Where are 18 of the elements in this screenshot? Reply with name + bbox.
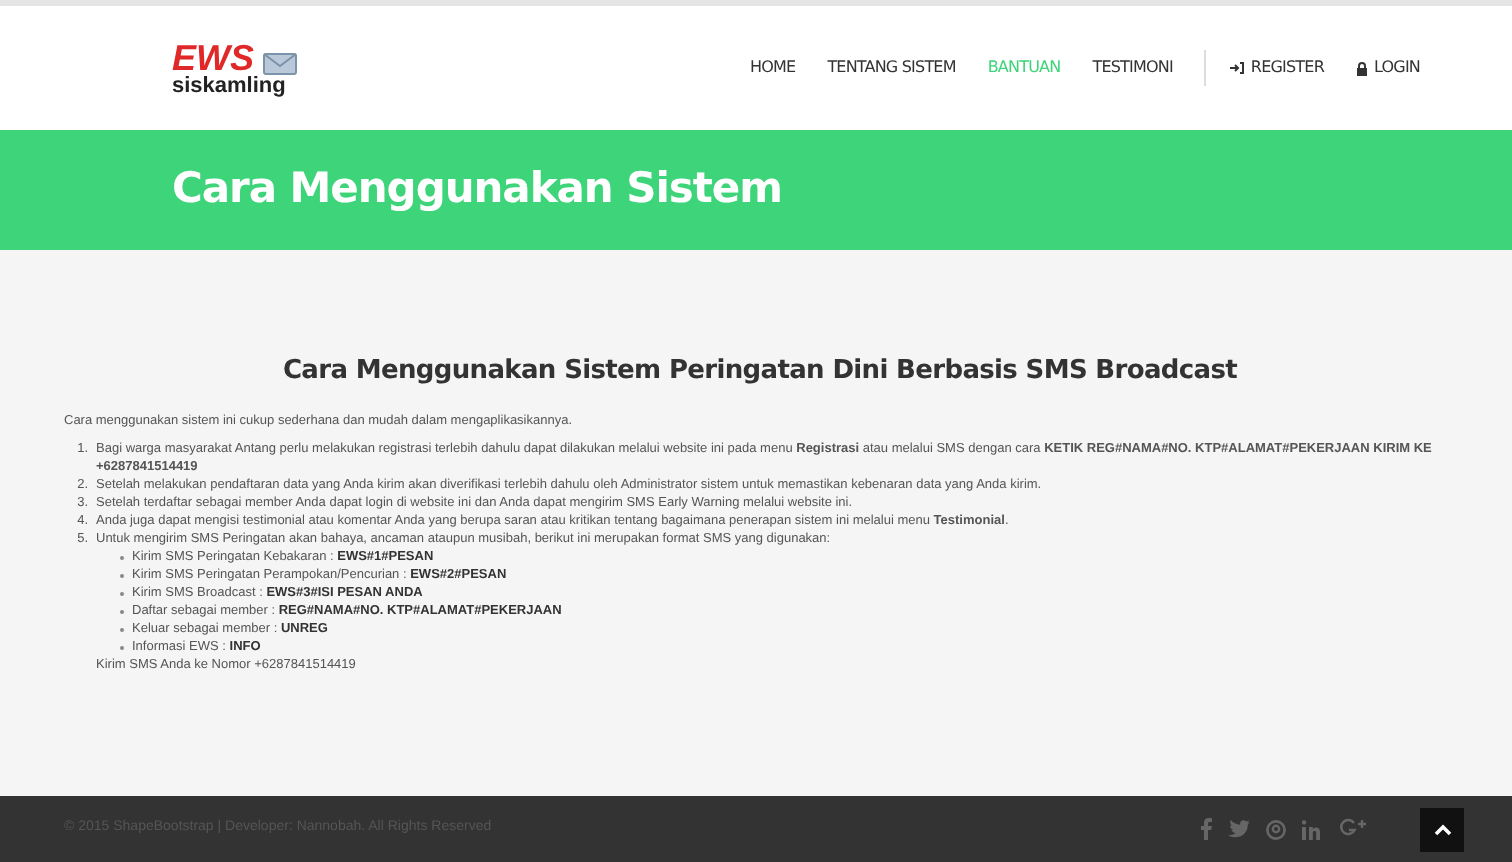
page-title: Cara Menggunakan Sistem: [172, 162, 782, 217]
bird-icon[interactable]: [1228, 820, 1250, 838]
nav-link[interactable]: LOGIN: [1355, 56, 1420, 80]
nav-link[interactable]: TESTIMONI: [1092, 56, 1173, 80]
lock-icon: [1355, 61, 1368, 75]
content-heading: Cara Menggunakan Sistem Peringatan Dini Berbasis SMS Broadcast: [280, 354, 1240, 390]
chevron-up-icon: [1433, 823, 1451, 835]
sign-in-icon: [1230, 62, 1245, 74]
google-plus-icon[interactable]: [1340, 818, 1368, 840]
nav-link[interactable]: REGISTER: [1230, 56, 1324, 80]
logo[interactable]: EWS siskamling: [172, 39, 299, 97]
linkedin-icon[interactable]: [1302, 819, 1324, 839]
nav-link[interactable]: HOME: [750, 56, 796, 80]
facebook-icon[interactable]: [1200, 818, 1212, 840]
scroll-top-button[interactable]: [1420, 807, 1464, 851]
envelope-icon: [262, 51, 299, 75]
nav-link[interactable]: TENTANG SISTEM: [827, 56, 956, 80]
pinterest-icon[interactable]: [1266, 819, 1286, 839]
